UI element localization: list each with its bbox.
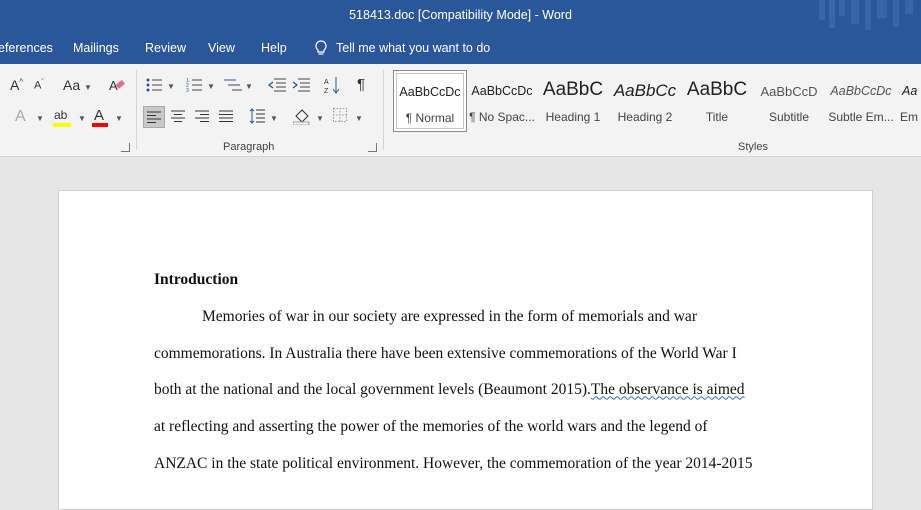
tab-references[interactable]: eferences <box>0 41 53 55</box>
style-name: Em <box>900 110 918 124</box>
group-separator <box>136 70 137 150</box>
ribbon: A^ Aˇ Aa ▼ A A ▼ ab ▼ A ▼ ▼ 123 ▼ ▼ AZ ¶… <box>0 64 921 157</box>
tab-help[interactable]: Help <box>261 41 287 55</box>
style-no-spacing[interactable]: AaBbCcDc ¶ No Spac... <box>465 70 539 132</box>
style-subtle-emphasis[interactable]: AaBbCcDc Subtle Em... <box>824 70 898 132</box>
style-preview: AaBbCc <box>613 81 677 100</box>
svg-text:Z: Z <box>324 88 329 94</box>
chevron-down-icon[interactable]: ▼ <box>316 114 324 123</box>
line-spacing-icon[interactable] <box>249 108 265 124</box>
ribbon-tabs: eferences Mailings Review View Help Tell… <box>0 32 921 64</box>
decrease-indent-icon[interactable] <box>268 78 286 92</box>
align-left-icon <box>147 111 161 123</box>
tell-me-label: Tell me what you want to do <box>336 41 491 55</box>
document-area[interactable]: Introduction Memories of war in our soci… <box>0 157 921 510</box>
style-name: Title <box>705 110 729 124</box>
style-preview: Aa <box>902 84 918 98</box>
chevron-down-icon[interactable]: ▼ <box>78 114 86 123</box>
chevron-down-icon[interactable]: ▼ <box>245 82 253 91</box>
document-body[interactable]: Introduction Memories of war in our soci… <box>154 271 794 491</box>
chevron-down-icon[interactable]: ▼ <box>207 82 215 91</box>
style-emphasis[interactable]: Aa Em <box>896 70 921 132</box>
chevron-down-icon[interactable]: ▼ <box>84 83 92 92</box>
paragraph-line: at reflecting and asserting the power of… <box>154 418 708 436</box>
spelling-squiggle[interactable]: The observance is aimed <box>591 381 745 398</box>
style-preview: AaBbCcDc <box>471 84 533 98</box>
align-center-icon[interactable] <box>171 110 185 122</box>
tab-mailings[interactable]: Mailings <box>73 41 119 55</box>
increase-indent-icon[interactable] <box>292 78 310 92</box>
multilevel-list-icon[interactable] <box>224 78 242 92</box>
text-effects-icon[interactable]: A <box>15 108 26 126</box>
style-name: Subtitle <box>768 110 810 124</box>
style-name: Subtle Em... <box>828 110 894 124</box>
chevron-down-icon[interactable]: ▼ <box>355 114 363 123</box>
style-name: Heading 1 <box>545 110 601 124</box>
shrink-font-icon[interactable]: Aˇ <box>34 79 44 92</box>
show-formatting-marks-icon[interactable]: ¶ <box>357 76 365 93</box>
highlighter-icon: ab <box>54 108 68 122</box>
section-heading: Introduction <box>154 271 239 288</box>
change-case-icon[interactable]: Aa <box>63 77 80 93</box>
borders-icon[interactable] <box>333 108 347 122</box>
highlight-color-swatch <box>53 123 71 127</box>
align-left-button[interactable] <box>143 106 165 128</box>
paragraph-line: commemorations. In Australia there have … <box>154 344 737 362</box>
shading-icon[interactable] <box>293 107 311 125</box>
style-preview: AaBbC <box>686 79 748 100</box>
style-preview: AaBbCcDc <box>830 84 892 98</box>
style-name: Heading 2 <box>617 110 673 124</box>
paragraph-line: Memories of war in our society are expre… <box>202 308 697 325</box>
styles-group-label: Styles <box>738 141 768 153</box>
title-bar-decoration <box>819 0 913 30</box>
title-bar: 518413.doc [Compatibility Mode] - Word <box>0 0 921 32</box>
chevron-down-icon[interactable]: ▼ <box>270 114 278 123</box>
styles-gallery: AaBbCcDc ¶ Normal AaBbCcDc ¶ No Spac... … <box>392 70 921 132</box>
svg-text:3: 3 <box>186 88 189 92</box>
style-preview: AaBbC <box>542 79 604 100</box>
grow-font-icon[interactable]: A^ <box>10 77 23 93</box>
paragraph-line: both at the national and the local gover… <box>154 381 794 418</box>
paragraph-group-label: Paragraph <box>223 141 275 153</box>
style-heading-1[interactable]: AaBbC Heading 1 <box>536 70 610 132</box>
paragraph-line: ANZAC in the state political environment… <box>154 454 753 472</box>
tab-view[interactable]: View <box>208 41 235 55</box>
justify-icon[interactable] <box>219 110 233 122</box>
group-separator <box>383 70 384 150</box>
svg-text:A: A <box>324 79 329 86</box>
chevron-down-icon[interactable]: ▼ <box>167 82 175 91</box>
sort-icon[interactable]: AZ <box>324 76 340 94</box>
font-dialog-launcher-icon[interactable] <box>121 143 130 152</box>
lightbulb-icon <box>315 40 327 55</box>
paragraph-line-text: both at the national and the local gover… <box>154 381 591 399</box>
window-title: 518413.doc [Compatibility Mode] - Word <box>349 8 572 22</box>
bullets-icon[interactable] <box>146 78 162 92</box>
style-heading-2[interactable]: AaBbCc Heading 2 <box>608 70 682 132</box>
tell-me-box[interactable]: Tell me what you want to do <box>314 40 490 56</box>
highlight-color-button[interactable]: ab <box>53 108 77 130</box>
paragraph-dialog-launcher-icon[interactable] <box>368 143 377 152</box>
align-right-icon[interactable] <box>195 110 209 122</box>
font-color-icon: A <box>94 107 105 124</box>
style-name: ¶ Normal <box>405 111 455 125</box>
style-subtitle[interactable]: AaBbCcD Subtitle <box>752 70 826 132</box>
style-preview: AaBbCcDc <box>399 85 461 99</box>
style-title[interactable]: AaBbC Title <box>680 70 754 132</box>
style-normal[interactable]: AaBbCcDc ¶ Normal <box>393 70 467 132</box>
clear-formatting-icon[interactable]: A <box>108 76 126 94</box>
document-page[interactable]: Introduction Memories of war in our soci… <box>58 190 873 510</box>
font-color-button[interactable]: A <box>92 107 112 129</box>
numbering-icon[interactable]: 123 <box>186 78 202 92</box>
chevron-down-icon[interactable]: ▼ <box>36 114 44 123</box>
chevron-down-icon[interactable]: ▼ <box>115 114 123 123</box>
tab-review[interactable]: Review <box>145 41 186 55</box>
style-preview: AaBbCcD <box>760 84 818 99</box>
style-name: ¶ No Spac... <box>469 110 535 124</box>
font-color-swatch <box>92 123 108 127</box>
